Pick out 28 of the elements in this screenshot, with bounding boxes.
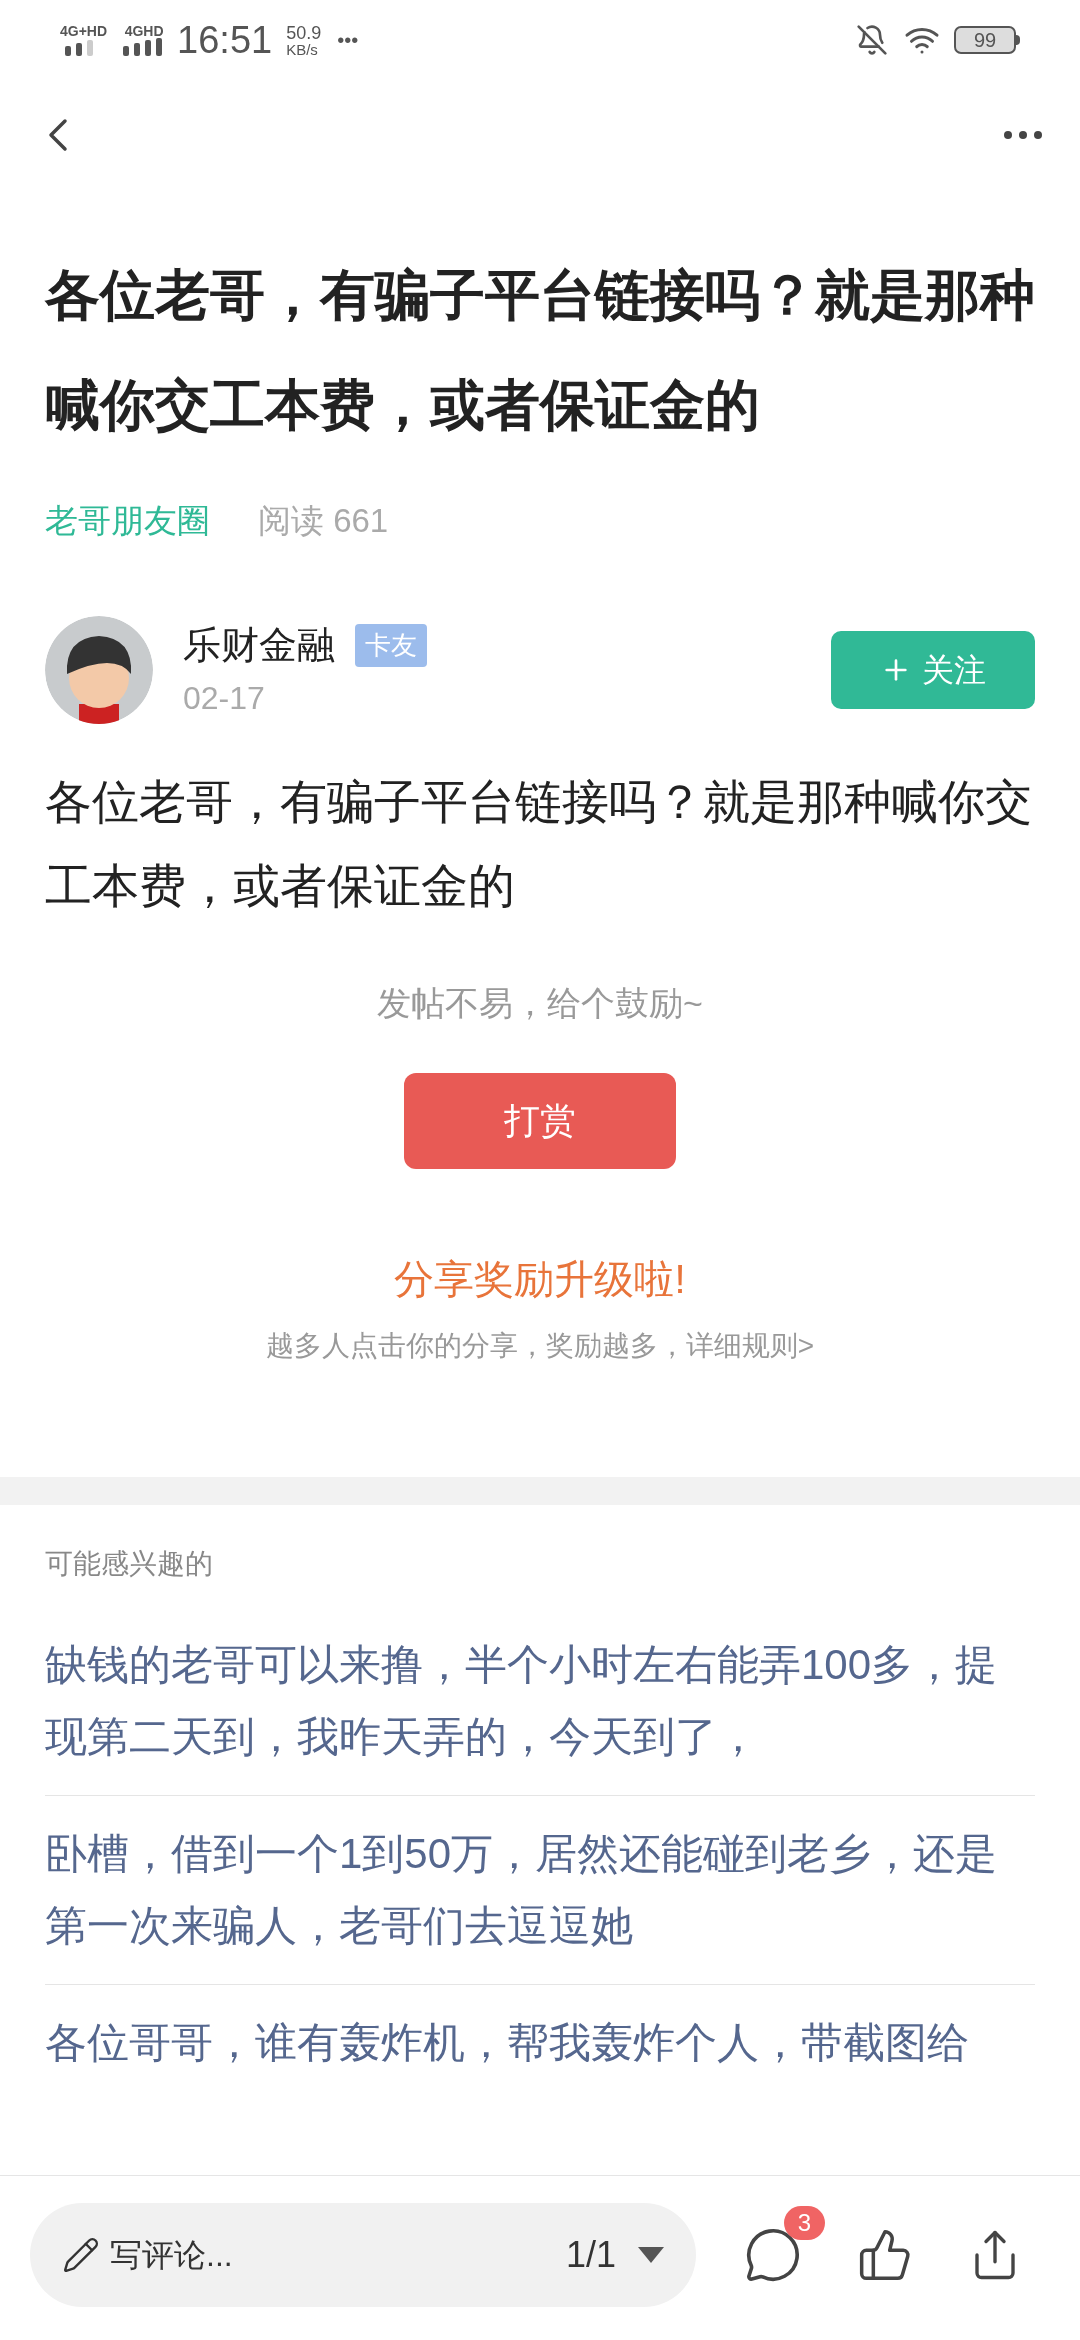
like-icon[interactable] <box>857 2227 913 2283</box>
comment-count: 3 <box>783 2206 825 2240</box>
post-body: 各位老哥，有骗子平台链接吗？就是那种喊你交工本费，或者保证金的 <box>45 773 1033 914</box>
user-tag: 卡友 <box>355 624 427 667</box>
comment-field[interactable]: 写评论... 1/1 <box>30 2203 696 2307</box>
reward-hint: 发帖不易，给个鼓励~ <box>377 982 703 1024</box>
pencil-icon <box>62 2236 100 2274</box>
related-post-link[interactable]: 各位哥哥，谁有轰炸机，帮我轰炸个人，带截图给 <box>45 2006 1035 2079</box>
page-indicator: 1/1 <box>565 2233 616 2277</box>
related-post-link[interactable]: 缺钱的老哥可以来撸，半个小时左右能弄100多，提现第二天到，我昨天弄的，今天到了， <box>45 1628 1035 1773</box>
share-rules-link[interactable]: 越多人点击你的分享，奖励越多，详细规则> <box>265 1324 815 1367</box>
related-post-link[interactable]: 卧槽，借到一个1到50万，居然还能碰到老乡，还是第一次来骗人，老哥们去逗逗她 <box>45 1817 1035 1962</box>
post-date: 02-17 <box>183 679 266 718</box>
author-name[interactable]: 乐财金融 <box>183 617 335 674</box>
network-label: 4GHD <box>124 24 164 38</box>
speed-unit: KB/s <box>286 41 319 57</box>
bell-muted-icon <box>856 24 888 56</box>
network-speed: 50.9 <box>286 23 322 42</box>
share-headline: 分享奖励升级啦! <box>394 1255 686 1303</box>
dropdown-icon <box>638 2247 664 2263</box>
battery: 99 <box>954 26 1016 54</box>
section-heading: 可能感兴趣的 <box>45 1546 214 1581</box>
network-label: 4G+HD <box>60 24 108 38</box>
clock: 16:51 <box>177 17 273 63</box>
post-title: 各位老哥，有骗子平台链接吗？就是那种喊你交工本费，或者保证金的 <box>45 263 1035 438</box>
more-notifications: ••• <box>337 28 359 53</box>
tip-button[interactable]: 打赏 <box>404 1072 676 1169</box>
read-count: 阅读 661 <box>258 501 389 541</box>
